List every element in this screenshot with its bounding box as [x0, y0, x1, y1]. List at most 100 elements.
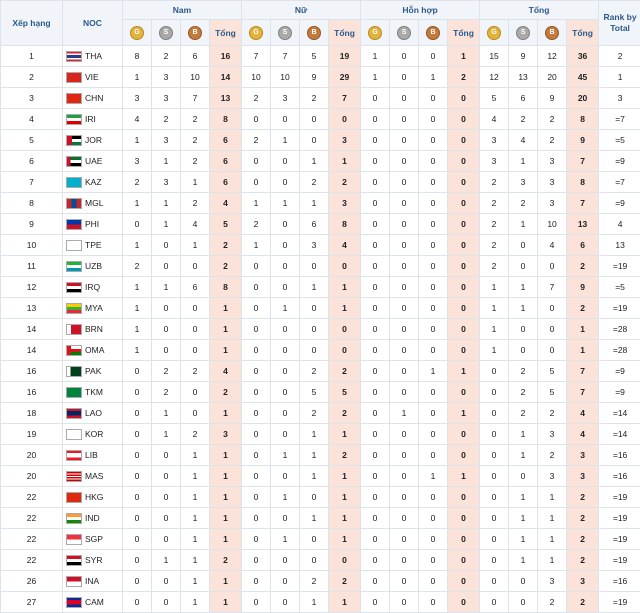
medal-count-cell: 7 — [271, 46, 300, 67]
tong-cell: 13 — [567, 214, 599, 235]
medal-count-cell: 2 — [242, 214, 271, 235]
medal-count-cell: 6 — [300, 214, 329, 235]
medal-count-cell: 0 — [242, 298, 271, 319]
medal-count-cell: 0 — [271, 235, 300, 256]
tong-cell: 0 — [448, 571, 480, 592]
medal-count-cell: 1 — [181, 172, 210, 193]
medal-count-cell: 0 — [181, 256, 210, 277]
tong-cell: 2 — [567, 550, 599, 571]
tong-header: Tổng — [448, 20, 480, 46]
tong-cell: 3 — [329, 130, 361, 151]
lao-flag-icon — [66, 408, 82, 419]
medal-count-cell: 1 — [152, 424, 181, 445]
noc-cell: MYA — [63, 298, 123, 319]
tong-cell: 29 — [329, 67, 361, 88]
medal-count-cell: 0 — [152, 592, 181, 613]
medal-count-cell: 0 — [271, 151, 300, 172]
medal-count-cell: 0 — [361, 319, 390, 340]
medal-count-cell: 1 — [152, 151, 181, 172]
medal-count-cell: 0 — [390, 235, 419, 256]
medal-count-cell: 0 — [271, 550, 300, 571]
rank-by-total-cell: =14 — [599, 424, 640, 445]
tong-cell: 2 — [329, 445, 361, 466]
tong-cell: 0 — [448, 508, 480, 529]
medal-count-cell: 0 — [123, 529, 152, 550]
medal-count-cell: 1 — [480, 340, 509, 361]
medal-count-cell: 1 — [538, 508, 567, 529]
tong-cell: 14 — [210, 67, 242, 88]
medal-count-cell: 2 — [300, 571, 329, 592]
tong-header: Tổng — [210, 20, 242, 46]
tong-cell: 13 — [210, 88, 242, 109]
medal-count-cell: 0 — [419, 403, 448, 424]
medal-count-cell: 1 — [509, 277, 538, 298]
medal-count-cell: 3 — [123, 88, 152, 109]
medal-count-cell: 0 — [390, 445, 419, 466]
medal-count-cell: 0 — [361, 550, 390, 571]
medal-count-cell: 2 — [152, 109, 181, 130]
rank-cell: 2 — [1, 67, 63, 88]
medal-count-cell: 0 — [181, 319, 210, 340]
table-row: 16PAK0224002200110257=9 — [1, 361, 640, 382]
medal-count-cell: 5 — [538, 361, 567, 382]
medal-count-cell: 0 — [419, 529, 448, 550]
noc-cell: UAE — [63, 151, 123, 172]
kaz-flag-icon — [66, 177, 82, 188]
medal-count-cell: 1 — [390, 403, 419, 424]
header-group-total: Tổng — [480, 1, 599, 20]
medal-count-cell: 20 — [538, 67, 567, 88]
tpe-flag-icon — [66, 240, 82, 251]
medal-count-cell: 0 — [361, 571, 390, 592]
tong-cell: 2 — [210, 382, 242, 403]
tong-cell: 1 — [329, 298, 361, 319]
rank-by-total-cell: 13 — [599, 235, 640, 256]
medal-count-cell: 0 — [390, 466, 419, 487]
medal-count-cell: 0 — [242, 382, 271, 403]
medal-count-cell: 1 — [242, 193, 271, 214]
medal-count-cell: 0 — [123, 466, 152, 487]
jor-flag-icon — [66, 135, 82, 146]
medal-count-cell: 1 — [152, 193, 181, 214]
medal-count-cell: 0 — [271, 256, 300, 277]
medal-count-cell: 0 — [242, 550, 271, 571]
medal-count-cell: 0 — [300, 319, 329, 340]
medal-count-cell: 4 — [480, 109, 509, 130]
medal-count-cell: 0 — [152, 235, 181, 256]
medal-count-cell: 0 — [390, 109, 419, 130]
medal-count-cell: 0 — [390, 67, 419, 88]
noc-cell: LIB — [63, 445, 123, 466]
medal-count-cell: 3 — [271, 88, 300, 109]
tong-cell: 1 — [210, 298, 242, 319]
medal-count-cell: 0 — [509, 571, 538, 592]
tong-cell: 0 — [448, 193, 480, 214]
bronze-medal-icon: B — [426, 26, 440, 40]
medal-count-cell: 0 — [419, 424, 448, 445]
medal-count-cell: 0 — [361, 445, 390, 466]
tong-cell: 6 — [567, 235, 599, 256]
rank-cell: 20 — [1, 466, 63, 487]
medal-count-cell: 0 — [419, 46, 448, 67]
medal-count-cell: 1 — [123, 67, 152, 88]
medal-count-cell: 0 — [123, 445, 152, 466]
medal-count-cell: 0 — [390, 529, 419, 550]
medal-count-cell: 9 — [538, 88, 567, 109]
medal-count-cell: 1 — [123, 235, 152, 256]
medal-count-cell: 4 — [181, 214, 210, 235]
medal-count-cell: 1 — [271, 298, 300, 319]
medal-count-cell: 10 — [271, 67, 300, 88]
tong-cell: 1 — [210, 403, 242, 424]
tong-cell: 2 — [567, 592, 599, 613]
vie-flag-icon — [66, 72, 82, 83]
medal-count-cell: 0 — [390, 382, 419, 403]
brn-flag-icon — [66, 324, 82, 335]
tong-cell: 0 — [448, 151, 480, 172]
bronze-medal-header: B — [419, 20, 448, 46]
medal-count-cell: 0 — [300, 487, 329, 508]
medal-count-cell: 0 — [390, 361, 419, 382]
rank-by-total-cell: =9 — [599, 361, 640, 382]
rank-by-total-cell: =19 — [599, 592, 640, 613]
medal-count-cell: 0 — [390, 592, 419, 613]
tong-cell: 1 — [210, 319, 242, 340]
medal-count-cell: 1 — [509, 424, 538, 445]
medal-count-cell: 1 — [361, 46, 390, 67]
